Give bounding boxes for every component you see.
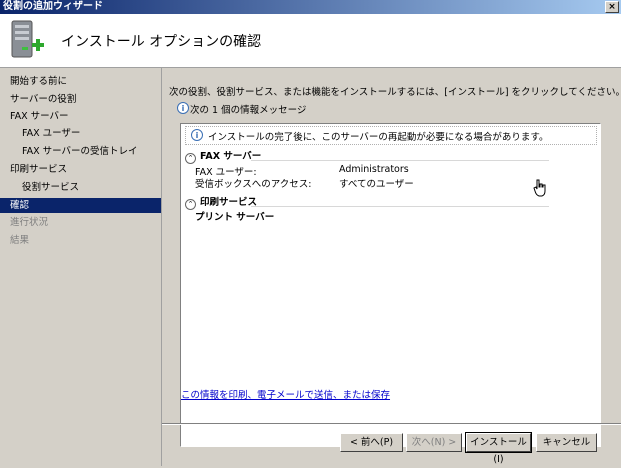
wizard-header: インストール オプションの確認: [0, 14, 621, 68]
section-divider: [251, 206, 549, 207]
sidebar-item-print-services[interactable]: 印刷サービス: [0, 162, 161, 177]
sidebar-item-confirmation[interactable]: 確認: [0, 198, 161, 213]
page-title: インストール オプションの確認: [61, 34, 262, 50]
close-button[interactable]: ×: [605, 1, 619, 13]
sidebar-item-label: 結果: [10, 235, 30, 246]
sidebar-item-fax-users[interactable]: FAX ユーザー: [0, 126, 161, 141]
sidebar-item-fax-server[interactable]: FAX サーバー: [0, 109, 161, 124]
server-add-icon: [11, 20, 44, 58]
info-icon: i: [177, 102, 189, 114]
sidebar-item-server-roles[interactable]: サーバーの役割: [0, 92, 161, 107]
sidebar-item-before-you-begin[interactable]: 開始する前に: [0, 74, 161, 89]
main-content: 次の役割、役割サービス、または機能をインストールするには、[インストール] をク…: [162, 68, 621, 466]
sidebar-item-label: 役割サービス: [22, 182, 80, 193]
intro-text: 次の役割、役割サービス、または機能をインストールするには、[インストール] をク…: [169, 87, 621, 98]
sidebar-item-label: 開始する前に: [10, 76, 68, 87]
property-value: Administrators: [339, 164, 409, 175]
section-print-services[interactable]: ⌃ 印刷サービス: [185, 194, 257, 210]
section-fax-server[interactable]: ⌃ FAX サーバー: [185, 148, 261, 164]
print-email-save-link[interactable]: この情報を印刷、電子メールで送信、または保存: [181, 387, 390, 401]
footer-divider: [162, 423, 621, 425]
back-button[interactable]: < 前へ(P): [340, 433, 403, 452]
sidebar-item-label: FAX サーバー: [10, 111, 69, 122]
sidebar-item-fax-inbox[interactable]: FAX サーバーの受信トレイ: [0, 144, 161, 159]
info-icon: i: [191, 129, 203, 141]
message-count: 次の 1 個の情報メッセージ: [190, 105, 307, 116]
sidebar-item-label: 進行状況: [10, 217, 49, 228]
window-title: 役割の追加ウィザード: [3, 1, 103, 12]
title-bar: 役割の追加ウィザード ×: [0, 0, 621, 14]
wizard-steps-sidebar: 開始する前に サーバーの役割 FAX サーバー FAX ユーザー FAX サーバ…: [0, 68, 162, 466]
sidebar-item-results: 結果: [0, 233, 161, 248]
collapse-icon[interactable]: ⌃: [185, 153, 196, 164]
property-label: 受信ボックスへのアクセス:: [195, 179, 312, 190]
sidebar-item-label: サーバーの役割: [10, 94, 77, 105]
sidebar-item-progress: 進行状況: [0, 215, 161, 230]
sidebar-item-label: 印刷サービス: [10, 164, 68, 175]
sidebar-item-role-services[interactable]: 役割サービス: [0, 180, 161, 195]
section-title: 印刷サービス: [200, 197, 258, 208]
section-divider: [251, 160, 549, 161]
sidebar-item-label: 確認: [10, 200, 30, 211]
install-button[interactable]: インストール(I): [465, 432, 532, 465]
property-value: すべてのユーザー: [339, 179, 414, 190]
restart-notice: i インストールの完了後に、このサーバーの再起動が必要になる場合があります。: [185, 126, 597, 145]
notice-text: インストールの完了後に、このサーバーの再起動が必要になる場合があります。: [208, 132, 549, 143]
role-service-item: プリント サーバー: [195, 212, 275, 223]
hand-cursor-icon: [533, 179, 546, 197]
next-button: 次へ(N) >: [406, 433, 462, 452]
sidebar-item-label: FAX ユーザー: [22, 128, 81, 139]
cancel-button[interactable]: キャンセル: [536, 433, 597, 452]
sidebar-item-label: FAX サーバーの受信トレイ: [22, 146, 138, 157]
